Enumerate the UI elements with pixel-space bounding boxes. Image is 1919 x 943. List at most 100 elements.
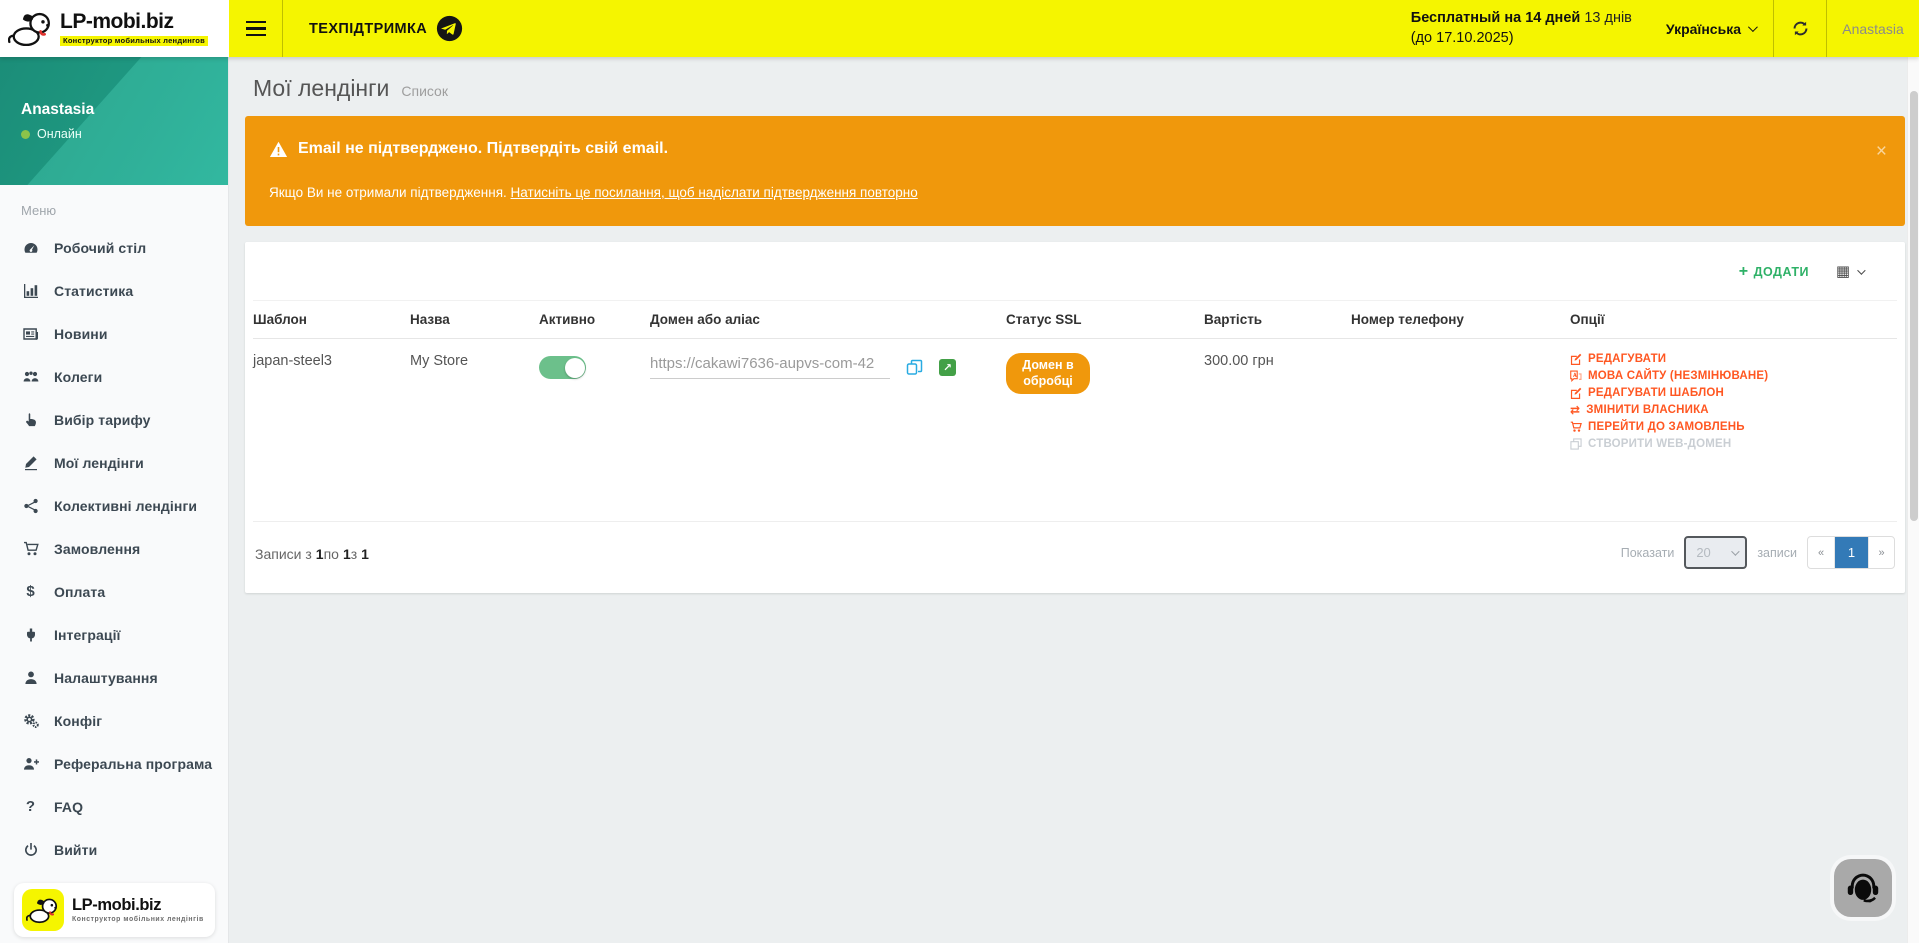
plug-icon: [21, 627, 40, 643]
trial-until-date: (до 17.10.2025): [1411, 29, 1632, 49]
external-link-icon[interactable]: ↗: [939, 359, 956, 376]
tachometer-icon: [21, 240, 40, 256]
sidebar-item-statistics[interactable]: Статистика: [0, 269, 228, 312]
brand-name: LP-mobi.biz: [60, 11, 208, 33]
domain-input[interactable]: [650, 353, 890, 379]
chevron-down-icon: [1748, 22, 1758, 32]
exchange-icon: ⇄: [1570, 404, 1580, 416]
sidebar-item-news[interactable]: Новини: [0, 312, 228, 355]
sidebar-item-payment[interactable]: $ Оплата: [0, 570, 228, 613]
sidebar-item-referral[interactable]: Реферальна програма: [0, 742, 228, 785]
plus-icon: +: [1739, 264, 1749, 280]
column-header-price: Вартість: [1204, 301, 1351, 338]
alert-text: Якщо Ви не отримали підтвердження.: [269, 185, 507, 200]
power-icon: [21, 842, 40, 858]
table-header-row: Шаблон Назва Активно Домен або аліас Ста…: [253, 300, 1897, 339]
dollar-icon: $: [21, 584, 40, 600]
language-label: Українська: [1666, 21, 1741, 37]
go-to-orders-link[interactable]: ПЕРЕЙТИ ДО ЗАМОВЛЕНЬ: [1570, 421, 1891, 433]
sidebar-item-orders[interactable]: Замовлення: [0, 527, 228, 570]
language-icon: [1570, 370, 1582, 382]
brand-tagline: Конструктор мобильных лендингов: [60, 36, 208, 46]
landings-card: + ДОДАТИ ▦ Шаблон Назва Активно Домен аб…: [245, 242, 1905, 593]
telegram-icon: [436, 15, 463, 42]
grid-icon: ▦: [1836, 264, 1850, 279]
cart-icon: [21, 541, 40, 557]
user-plus-icon: [21, 756, 40, 772]
share-icon: [21, 498, 40, 514]
add-landing-button[interactable]: + ДОДАТИ: [1739, 264, 1809, 280]
change-owner-link[interactable]: ⇄ ЗМІНИТИ ВЛАСНИКА: [1570, 404, 1891, 416]
entries-label: записи: [1757, 546, 1797, 560]
support-link[interactable]: ТЕХПІДТРИМКА: [283, 0, 489, 57]
sidebar-item-settings[interactable]: Налаштування: [0, 656, 228, 699]
hand-pointer-icon: [21, 412, 40, 428]
page-size-select[interactable]: 20: [1684, 536, 1747, 569]
clone-icon: [1570, 438, 1582, 450]
resend-confirmation-link[interactable]: Натисніть це посилання, щоб надіслати пі…: [511, 185, 918, 200]
edit-template-link[interactable]: РЕДАГУВАТИ ШАБЛОН: [1570, 387, 1891, 399]
language-selector[interactable]: Українська: [1648, 0, 1773, 57]
sidebar-item-tariff[interactable]: Вибір тарифу: [0, 398, 228, 441]
sidebar-item-colleagues[interactable]: Колеги: [0, 355, 228, 398]
sidebar-footer-logo[interactable]: LP-mobi.biz Конструктор мобільних лендін…: [14, 883, 215, 937]
active-toggle[interactable]: [539, 356, 586, 379]
cart-icon: [1570, 421, 1582, 433]
sidebar-item-logout[interactable]: Вийти: [0, 828, 228, 871]
sidebar-item-collective-landings[interactable]: Колективні лендінги: [0, 484, 228, 527]
column-header-phone: Номер телефону: [1351, 301, 1570, 338]
cell-name: My Store: [410, 339, 539, 511]
bar-chart-icon: [21, 283, 40, 299]
sidebar-user-name: Anastasia: [21, 101, 94, 119]
show-label: Показати: [1621, 546, 1675, 560]
chevron-down-icon: [1857, 266, 1865, 274]
dog-logo-icon: [8, 9, 54, 49]
hamburger-menu-button[interactable]: [229, 0, 282, 57]
prev-page-button[interactable]: «: [1808, 537, 1834, 568]
copy-icon[interactable]: [906, 359, 923, 380]
scrollbar-thumb[interactable]: [1910, 91, 1918, 521]
page-1-button[interactable]: 1: [1834, 537, 1868, 568]
trial-status: Бесплатный на 14 дней 13 днів (до 17.10.…: [1411, 9, 1648, 48]
vertical-scrollbar: [1907, 57, 1919, 943]
pencil-icon: [21, 455, 40, 471]
support-chat-button[interactable]: [1834, 859, 1892, 917]
sidebar-item-integrations[interactable]: Інтеграції: [0, 613, 228, 656]
records-summary: Записи з1по1з1: [255, 546, 369, 562]
headset-icon: [1842, 867, 1884, 909]
refresh-button[interactable]: [1774, 0, 1826, 57]
brand-logo[interactable]: LP-mobi.biz Конструктор мобильных лендин…: [0, 0, 229, 57]
close-icon[interactable]: ×: [1876, 142, 1887, 161]
create-web-domain-link: СТВОРИТИ WEB-ДОМЕН: [1570, 438, 1891, 450]
users-icon: [21, 369, 40, 385]
next-page-button[interactable]: »: [1868, 537, 1894, 568]
edit-link[interactable]: РЕДАГУВАТИ: [1570, 353, 1891, 365]
chevron-down-icon: [1731, 547, 1739, 555]
online-status-dot: [21, 130, 30, 139]
alert-title: Email не підтверджено. Підтвердіть свій …: [298, 140, 668, 158]
table-view-dropdown[interactable]: ▦: [1836, 264, 1863, 279]
cell-options: РЕДАГУВАТИ МОВА САЙТУ (НЕЗМІНЮВАНЕ) РЕДА…: [1570, 339, 1897, 511]
sidebar-item-my-landings[interactable]: Мої лендінги: [0, 441, 228, 484]
page-title: Мої лендінги: [253, 75, 389, 102]
column-header-name: Назва: [410, 301, 539, 338]
pagination-bar: Записи з1по1з1 Показати 20 записи « 1 »: [253, 521, 1897, 593]
edit-icon: [1570, 353, 1582, 365]
sidebar-item-config[interactable]: Конфіг: [0, 699, 228, 742]
column-header-active: Активно: [539, 301, 650, 338]
sidebar-item-dashboard[interactable]: Робочий стіл: [0, 226, 228, 269]
user-icon: [21, 670, 40, 686]
menu-section-label: Меню: [0, 185, 228, 226]
sidebar-item-faq[interactable]: ? FAQ: [0, 785, 228, 828]
account-menu[interactable]: Anastasia: [1827, 21, 1919, 37]
column-header-domain: Домен або аліас: [650, 301, 1006, 338]
cell-template: japan-steel3: [253, 339, 410, 511]
trial-days-left: 13 днів: [1584, 10, 1632, 26]
question-icon: ?: [21, 799, 40, 815]
support-label: ТЕХПІДТРИМКА: [309, 21, 427, 37]
column-header-template: Шаблон: [253, 301, 410, 338]
sidebar-user-card: Anastasia Онлайн: [0, 57, 228, 185]
online-status-label: Онлайн: [37, 127, 82, 141]
trial-plan-label: Бесплатный на 14 дней: [1411, 10, 1581, 26]
site-language-link[interactable]: МОВА САЙТУ (НЕЗМІНЮВАНЕ): [1570, 370, 1891, 382]
